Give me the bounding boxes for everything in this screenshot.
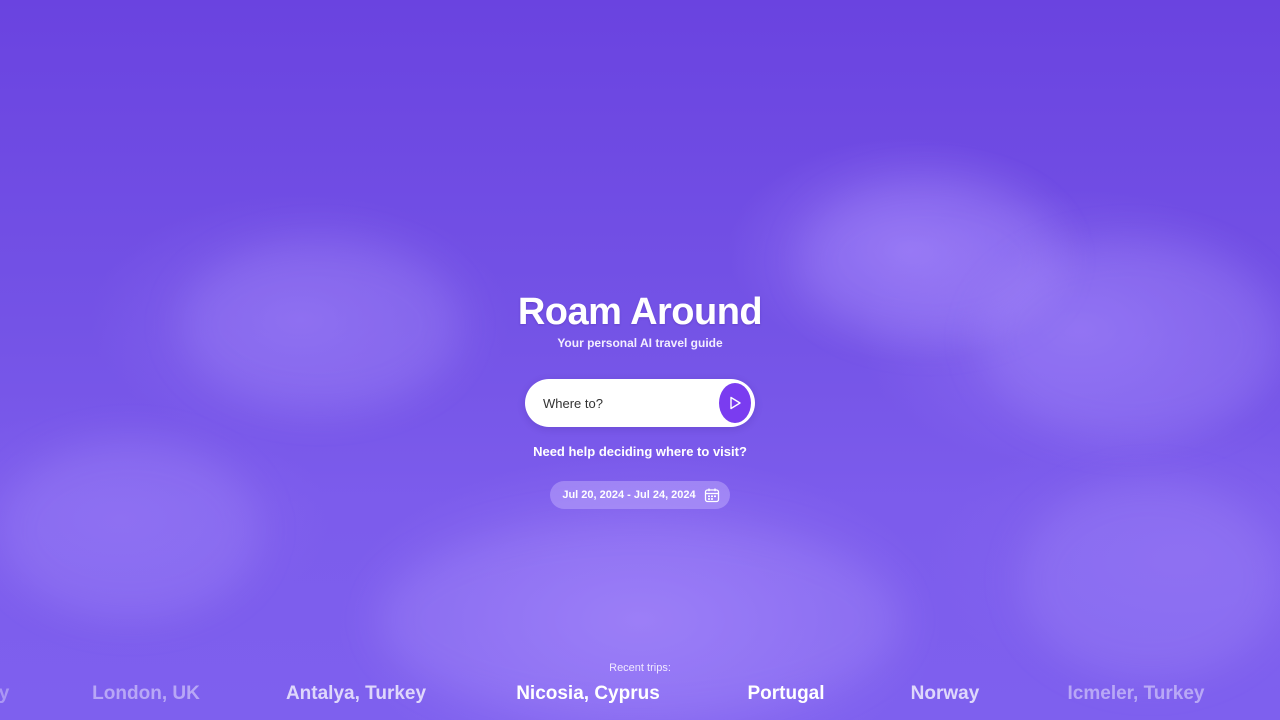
recent-trip-item[interactable]: London, UK bbox=[92, 682, 200, 706]
page-title: Roam Around bbox=[517, 291, 763, 333]
page-subtitle: Your personal AI travel guide bbox=[557, 336, 723, 350]
destination-input[interactable] bbox=[543, 395, 719, 411]
hero-section: Roam Around Your personal AI travel guid… bbox=[0, 290, 1280, 509]
play-arrow-icon bbox=[727, 395, 743, 411]
cloud-shape bbox=[1020, 480, 1280, 680]
recent-trips-carousel: y London, UK Antalya, Turkey Nicosia, Cy… bbox=[0, 682, 1280, 708]
date-range-picker[interactable]: Jul 20, 2024 - Jul 24, 2024 bbox=[550, 481, 730, 509]
help-deciding-link[interactable]: Need help deciding where to visit? bbox=[533, 443, 747, 461]
destination-search bbox=[525, 379, 755, 427]
recent-trip-item[interactable]: Portugal bbox=[747, 682, 824, 706]
recent-trip-item[interactable]: Antalya, Turkey bbox=[286, 682, 426, 706]
recent-trip-item[interactable]: Norway bbox=[911, 682, 980, 706]
date-range-label: Jul 20, 2024 - Jul 24, 2024 bbox=[562, 489, 696, 501]
recent-trips-label: Recent trips: bbox=[609, 662, 671, 674]
recent-trip-item[interactable]: Nicosia, Cyprus bbox=[516, 682, 660, 706]
search-submit-button[interactable] bbox=[719, 383, 751, 423]
recent-trip-item[interactable]: Icmeler, Turkey bbox=[1068, 682, 1205, 706]
calendar-icon bbox=[704, 487, 720, 503]
recent-trip-item[interactable]: y bbox=[0, 682, 9, 706]
